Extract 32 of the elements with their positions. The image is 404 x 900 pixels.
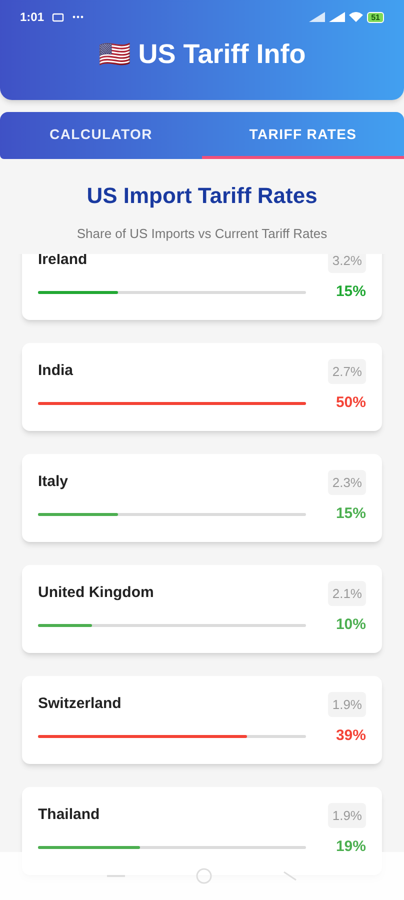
tariff-rate: 39% xyxy=(336,726,366,746)
wifi-icon xyxy=(349,12,364,22)
import-share: 2.1% xyxy=(328,580,366,606)
notification-icon xyxy=(52,12,64,22)
signal-icon xyxy=(309,12,326,22)
tariff-rate: 50% xyxy=(336,393,366,413)
import-share: 2.3% xyxy=(328,470,366,495)
home-icon[interactable] xyxy=(195,867,213,885)
import-share: 3.2% xyxy=(328,254,366,273)
tariff-rate: 15% xyxy=(336,504,366,524)
country-name: Italy xyxy=(38,472,68,492)
import-share: 1.9% xyxy=(328,802,366,828)
country-name: India xyxy=(38,361,74,381)
tariff-rate: 15% xyxy=(336,282,366,302)
section-heading: US Import Tariff Rates xyxy=(86,182,318,210)
app-title: US Tariff Info xyxy=(138,38,306,71)
flag-icon: 🇺🇸 xyxy=(98,41,130,68)
import-share: 1.9% xyxy=(328,692,366,717)
status-time: 1:01 xyxy=(20,9,44,26)
more-icon xyxy=(72,15,84,19)
country-name: Thailand xyxy=(38,805,100,825)
country-name: Ireland xyxy=(38,254,88,270)
import-share: 2.7% xyxy=(328,358,366,384)
tab[interactable]: TARIFF RATES xyxy=(202,112,404,159)
country-name: United Kingdom xyxy=(38,583,154,603)
tariff-rate: 10% xyxy=(336,615,366,635)
signal-icon xyxy=(329,12,346,22)
battery-indicator: 51 xyxy=(367,12,384,22)
section-subtitle: Share of US Imports vs Current Tariff Rates xyxy=(76,225,328,243)
tab[interactable]: CALCULATOR xyxy=(0,112,202,159)
tariff-rate: 19% xyxy=(336,837,366,857)
country-name: Switzerland xyxy=(38,694,122,714)
